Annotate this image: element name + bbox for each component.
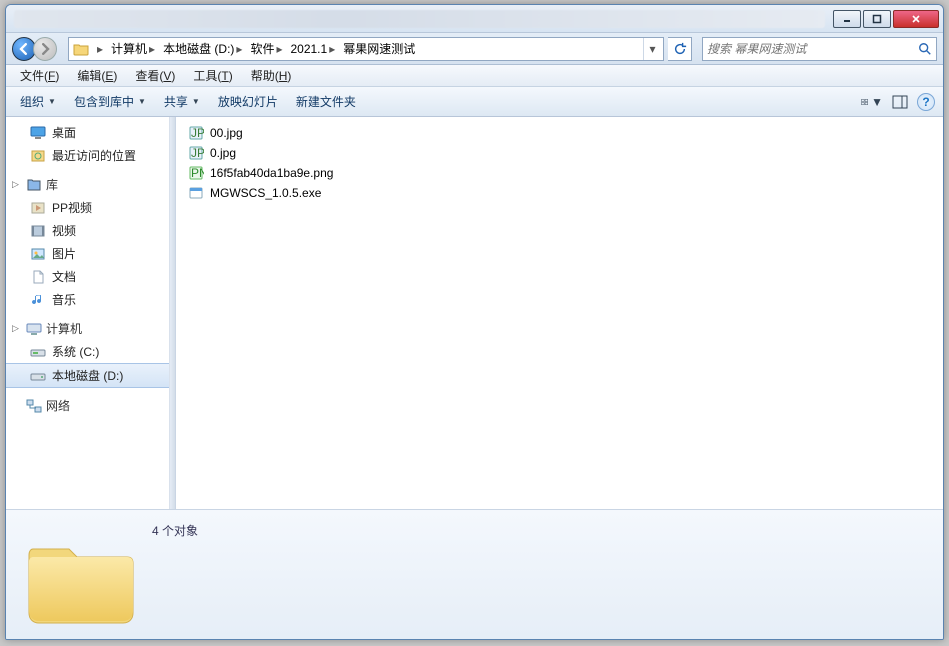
picture-icon <box>30 246 46 262</box>
navbar: ▸ 计算机▸ 本地磁盘 (D:)▸ 软件▸ 2021.1▸ 幂果网速测试 ▾ <box>6 33 943 65</box>
drive-icon <box>30 344 46 360</box>
monitor-icon <box>30 125 46 141</box>
menu-help[interactable]: 帮助(H) <box>243 65 300 86</box>
details-pane: 4 个对象 <box>6 509 943 639</box>
exe-icon <box>188 185 204 201</box>
film-icon <box>30 223 46 239</box>
video-icon <box>30 200 46 216</box>
file-item[interactable]: PNG 16f5fab40da1ba9e.png <box>186 163 933 183</box>
sidebar-computer[interactable]: ▷ 计算机 <box>6 317 169 340</box>
nav-history <box>12 36 64 62</box>
file-name: MGWSCS_1.0.5.exe <box>210 186 321 200</box>
svg-text:JPG: JPG <box>191 126 204 140</box>
sidebar-pp[interactable]: PP视频 <box>6 196 169 219</box>
menu-view[interactable]: 查看(V) <box>127 65 183 86</box>
music-icon <box>30 292 46 308</box>
help-button[interactable]: ? <box>917 93 935 111</box>
sidebar-label: 图片 <box>52 245 76 262</box>
folder-preview-icon <box>20 520 140 630</box>
jpg-icon: JPG <box>188 125 204 141</box>
sidebar-label: 最近访问的位置 <box>52 147 136 164</box>
sidebar-label: 文档 <box>52 268 76 285</box>
titlebar-blur <box>14 10 825 28</box>
search-box[interactable] <box>702 37 937 61</box>
address-dropdown[interactable]: ▾ <box>643 38 661 60</box>
sidebar-label: 计算机 <box>46 320 82 337</box>
sidebar-music[interactable]: 音乐 <box>6 288 169 311</box>
close-button[interactable] <box>893 10 939 28</box>
chevron-icon: ▷ <box>12 323 22 334</box>
png-icon: PNG <box>188 165 204 181</box>
status-text: 4 个对象 <box>152 522 198 539</box>
crumb-soft[interactable]: 软件▸ <box>246 38 286 60</box>
network-icon <box>26 398 42 414</box>
include-button[interactable]: 包含到库中 ▼ <box>68 90 152 113</box>
library-icon <box>26 177 42 193</box>
window-controls <box>833 10 939 28</box>
file-item[interactable]: JPG 00.jpg <box>186 123 933 143</box>
file-list[interactable]: JPG 00.jpg JPG 0.jpg PNG 16f5fab40da1ba9… <box>176 117 943 509</box>
explorer-window: ▸ 计算机▸ 本地磁盘 (D:)▸ 软件▸ 2021.1▸ 幂果网速测试 ▾ 文… <box>5 4 944 640</box>
toolbar: 组织 ▼ 包含到库中 ▼ 共享 ▼ 放映幻灯片 新建文件夹 ▼ ? <box>6 87 943 117</box>
menu-tools[interactable]: 工具(T) <box>185 65 240 86</box>
svg-text:PNG: PNG <box>191 166 204 180</box>
sidebar-label: 网络 <box>46 397 70 414</box>
address-bar[interactable]: ▸ 计算机▸ 本地磁盘 (D:)▸ 软件▸ 2021.1▸ 幂果网速测试 ▾ <box>68 37 664 61</box>
sidebar-label: 桌面 <box>52 124 76 141</box>
file-name: 00.jpg <box>210 126 243 140</box>
forward-button[interactable] <box>33 37 57 61</box>
menubar: 文件(F) 编辑(E) 查看(V) 工具(T) 帮助(H) <box>6 65 943 87</box>
sidebar[interactable]: 桌面 最近访问的位置 ▷ 库 PP视频 视频 图片 文档 音乐 <box>6 117 170 509</box>
folder-icon <box>71 41 91 57</box>
recent-icon <box>30 148 46 164</box>
sidebar-label: 系统 (C:) <box>52 343 99 360</box>
file-name: 16f5fab40da1ba9e.png <box>210 166 333 180</box>
sidebar-network[interactable]: 网络 <box>6 394 169 417</box>
sidebar-libraries[interactable]: ▷ 库 <box>6 173 169 196</box>
sidebar-label: 音乐 <box>52 291 76 308</box>
titlebar <box>6 5 943 33</box>
file-item[interactable]: MGWSCS_1.0.5.exe <box>186 183 933 203</box>
search-icon[interactable] <box>918 42 932 56</box>
file-name: 0.jpg <box>210 146 236 160</box>
crumb-2021[interactable]: 2021.1▸ <box>286 38 339 60</box>
sidebar-label: 视频 <box>52 222 76 239</box>
svg-text:JPG: JPG <box>191 146 204 160</box>
maximize-button[interactable] <box>863 10 891 28</box>
refresh-button[interactable] <box>668 37 692 61</box>
search-input[interactable] <box>707 42 918 56</box>
sidebar-video[interactable]: 视频 <box>6 219 169 242</box>
crumb-computer[interactable]: 计算机▸ <box>107 38 159 60</box>
document-icon <box>30 269 46 285</box>
sidebar-drive-d[interactable]: 本地磁盘 (D:) <box>6 363 169 388</box>
sidebar-label: PP视频 <box>52 199 92 216</box>
computer-icon <box>26 321 42 337</box>
chevron-icon: ▷ <box>12 179 22 190</box>
sidebar-label: 库 <box>46 176 58 193</box>
body: 桌面 最近访问的位置 ▷ 库 PP视频 视频 图片 文档 音乐 <box>6 117 943 509</box>
jpg-icon: JPG <box>188 145 204 161</box>
newfolder-button[interactable]: 新建文件夹 <box>290 90 362 113</box>
organize-button[interactable]: 组织 ▼ <box>14 90 62 113</box>
crumb-d[interactable]: 本地磁盘 (D:)▸ <box>159 38 246 60</box>
minimize-button[interactable] <box>833 10 861 28</box>
sidebar-documents[interactable]: 文档 <box>6 265 169 288</box>
file-item[interactable]: JPG 0.jpg <box>186 143 933 163</box>
crumb-current[interactable]: 幂果网速测试 <box>339 38 419 60</box>
menu-edit[interactable]: 编辑(E) <box>69 65 125 86</box>
slideshow-button[interactable]: 放映幻灯片 <box>212 90 284 113</box>
sidebar-label: 本地磁盘 (D:) <box>52 367 123 384</box>
crumb-sep[interactable]: ▸ <box>91 38 107 60</box>
share-button[interactable]: 共享 ▼ <box>158 90 206 113</box>
sidebar-recent[interactable]: 最近访问的位置 <box>6 144 169 167</box>
sidebar-drive-c[interactable]: 系统 (C:) <box>6 340 169 363</box>
sidebar-desktop[interactable]: 桌面 <box>6 121 169 144</box>
sidebar-pictures[interactable]: 图片 <box>6 242 169 265</box>
menu-file[interactable]: 文件(F) <box>12 65 67 86</box>
drive-icon <box>30 368 46 384</box>
view-mode-button[interactable]: ▼ <box>861 91 883 113</box>
preview-pane-button[interactable] <box>889 91 911 113</box>
